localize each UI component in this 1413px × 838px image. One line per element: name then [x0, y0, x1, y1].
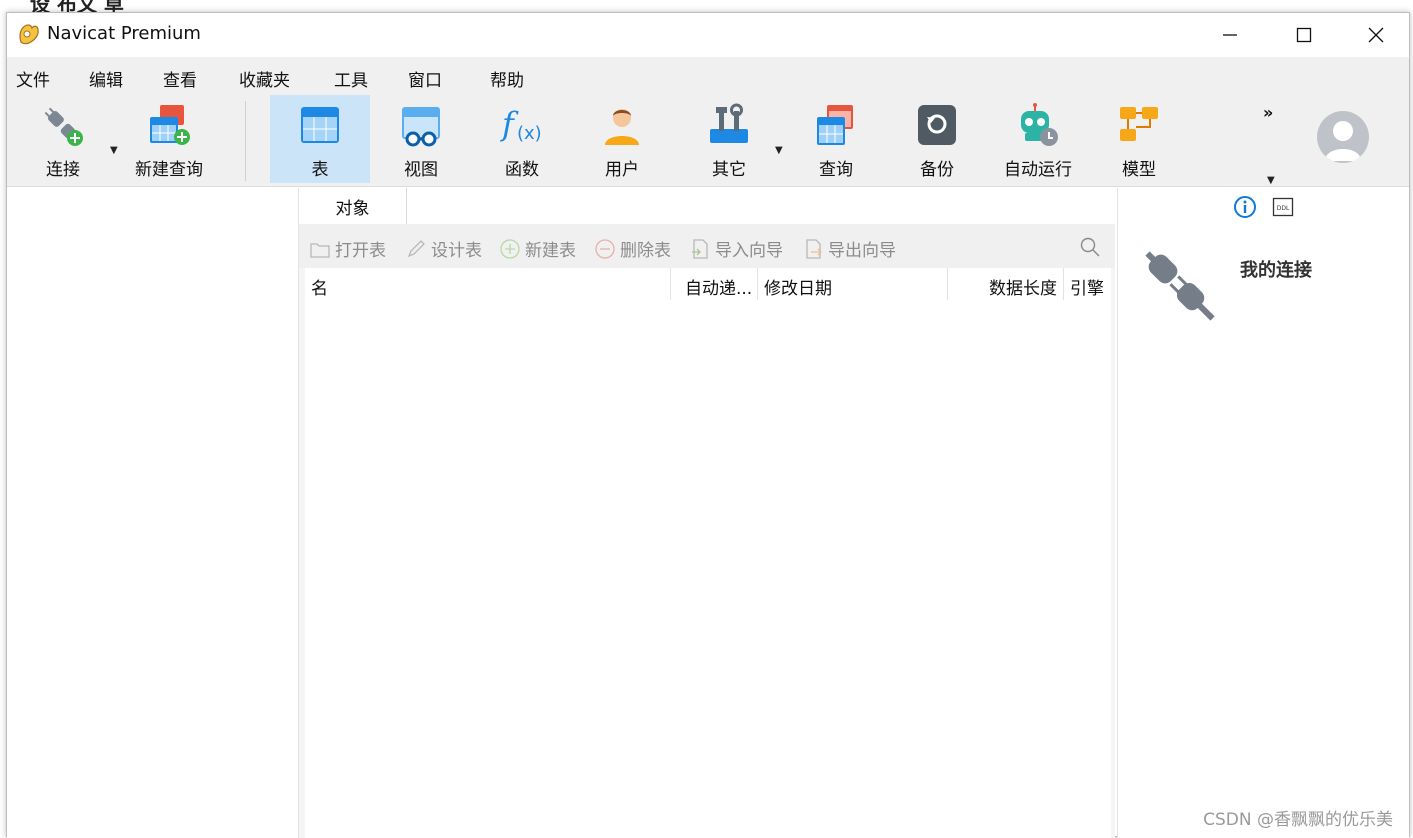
automation-button[interactable]: 自动运行: [988, 95, 1088, 183]
remove-circle-icon: [595, 238, 615, 259]
backup-label: 备份: [920, 160, 954, 180]
minimize-icon: [1223, 34, 1237, 36]
query-label: 查询: [819, 160, 853, 180]
tab-strip-fill: [407, 188, 1115, 224]
open-table-button[interactable]: 打开表: [309, 236, 386, 261]
function-fx-icon: f (x): [500, 105, 542, 144]
info-pane: DDL 我的连接 CSDN @香飘飘的优乐美: [1117, 188, 1409, 838]
table-icon: [301, 107, 339, 143]
main-toolbar: 连接 ▼ 新建查询 表 视图 f (x) 函数 用户 其它 ▼ 查询 备份 自动…: [7, 95, 1409, 187]
new-query-button[interactable]: 新建查询: [119, 95, 219, 183]
delete-table-label: 删除表: [620, 241, 671, 261]
column-name[interactable]: 名: [305, 268, 671, 300]
function-button[interactable]: f (x) 函数: [472, 95, 572, 183]
model-button[interactable]: 模型: [1089, 95, 1189, 183]
minimize-button[interactable]: [1195, 13, 1265, 57]
robot-icon: [1021, 103, 1058, 146]
connect-dropdown-arrow[interactable]: ▼: [110, 145, 118, 156]
object-pane: 对象 打开表 设计表 新建表 删除表 导入向导 导出向导 名 自动递... 修改…: [299, 188, 1115, 838]
pencil-icon: [407, 239, 425, 257]
connect-button[interactable]: 连接: [13, 95, 113, 183]
column-auto-increment[interactable]: 自动递...: [671, 268, 758, 300]
query-button[interactable]: 查询: [786, 95, 886, 183]
view-label: 视图: [404, 160, 438, 180]
add-circle-icon: [500, 238, 520, 259]
svg-text:DDL: DDL: [1277, 205, 1290, 212]
export-wizard-label: 导出向导: [828, 241, 896, 261]
other-label: 其它: [712, 160, 746, 180]
connect-label: 连接: [46, 160, 80, 180]
menu-window[interactable]: 窗口: [408, 66, 442, 91]
object-toolbar: 打开表 设计表 新建表 删除表 导入向导 导出向导: [299, 224, 1115, 268]
search-icon[interactable]: [1079, 236, 1101, 258]
backup-button[interactable]: 备份: [887, 95, 987, 183]
table-button[interactable]: 表: [270, 95, 370, 183]
user-icon: [605, 109, 639, 145]
connection-plug-icon: [1145, 251, 1215, 321]
open-table-label: 打开表: [335, 241, 386, 261]
column-modified-date[interactable]: 修改日期: [758, 268, 948, 300]
object-list[interactable]: 名 自动递... 修改日期 数据长度 引擎: [305, 268, 1111, 838]
function-label: 函数: [505, 160, 539, 180]
connection-name: 我的连接: [1240, 260, 1312, 281]
import-wizard-label: 导入向导: [715, 241, 783, 261]
column-header-row: 名 自动递... 修改日期 数据长度 引擎: [305, 268, 1111, 300]
toolbar-overflow-arrow[interactable]: ▼: [1267, 175, 1275, 186]
avatar-person-icon: [1325, 121, 1361, 161]
toolbar-separator: [245, 101, 246, 181]
model-icon: [1120, 107, 1158, 141]
model-label: 模型: [1122, 160, 1156, 180]
backup-icon: [918, 105, 956, 145]
title-bar: Navicat Premium: [7, 13, 1409, 57]
user-avatar[interactable]: [1317, 111, 1369, 163]
query-icon: [817, 105, 853, 145]
import-icon: [692, 238, 708, 259]
connection-tree-pane[interactable]: [7, 188, 299, 838]
user-button[interactable]: 用户: [572, 95, 672, 183]
new-query-icon: [150, 105, 190, 145]
automation-label: 自动运行: [1004, 160, 1072, 180]
tab-objects[interactable]: 对象: [299, 188, 407, 225]
window-title: Navicat Premium: [47, 23, 201, 44]
folder-open-icon: [310, 242, 330, 258]
new-table-label: 新建表: [525, 241, 576, 261]
maximize-button[interactable]: [1269, 13, 1339, 57]
delete-table-button[interactable]: 删除表: [594, 236, 671, 261]
export-wizard-button[interactable]: 导出向导: [802, 236, 896, 261]
menu-edit[interactable]: 编辑: [89, 66, 123, 91]
info-icon[interactable]: [1233, 195, 1257, 219]
navicat-window: Navicat Premium 文件 编辑 查看 收藏夹 工具 窗口 帮助 连接…: [6, 12, 1410, 838]
close-button[interactable]: [1341, 13, 1411, 57]
plug-add-icon: [44, 107, 83, 146]
menu-favorites[interactable]: 收藏夹: [239, 66, 290, 91]
import-wizard-button[interactable]: 导入向导: [689, 236, 783, 261]
menu-file[interactable]: 文件: [16, 66, 50, 91]
column-data-length[interactable]: 数据长度: [948, 268, 1064, 300]
tab-strip: 对象: [299, 188, 1115, 225]
user-label: 用户: [605, 160, 639, 180]
view-button[interactable]: 视图: [371, 95, 471, 183]
column-engine[interactable]: 引擎: [1064, 268, 1111, 300]
design-table-button[interactable]: 设计表: [405, 236, 482, 261]
menu-view[interactable]: 查看: [163, 66, 197, 91]
export-icon: [806, 238, 822, 259]
new-query-label: 新建查询: [135, 160, 203, 180]
table-label: 表: [311, 160, 329, 180]
menu-bar: 文件 编辑 查看 收藏夹 工具 窗口 帮助: [7, 57, 1409, 95]
view-icon: [402, 107, 440, 147]
menu-tools[interactable]: 工具: [334, 66, 368, 91]
ddl-icon[interactable]: DDL: [1272, 196, 1294, 218]
maximize-icon: [1296, 27, 1312, 43]
watermark-text: CSDN @香飘飘的优乐美: [1203, 810, 1393, 830]
navicat-logo-icon: [19, 24, 39, 45]
design-table-label: 设计表: [431, 241, 482, 261]
other-dropdown-arrow[interactable]: ▼: [775, 145, 783, 156]
tools-icon: [710, 103, 748, 143]
other-button[interactable]: 其它: [679, 95, 779, 183]
svg-text:(x): (x): [517, 123, 542, 144]
menu-help[interactable]: 帮助: [490, 66, 524, 91]
new-table-button[interactable]: 新建表: [499, 236, 576, 261]
toolbar-overflow-button[interactable]: »: [1263, 103, 1273, 122]
close-icon: [1368, 27, 1384, 43]
